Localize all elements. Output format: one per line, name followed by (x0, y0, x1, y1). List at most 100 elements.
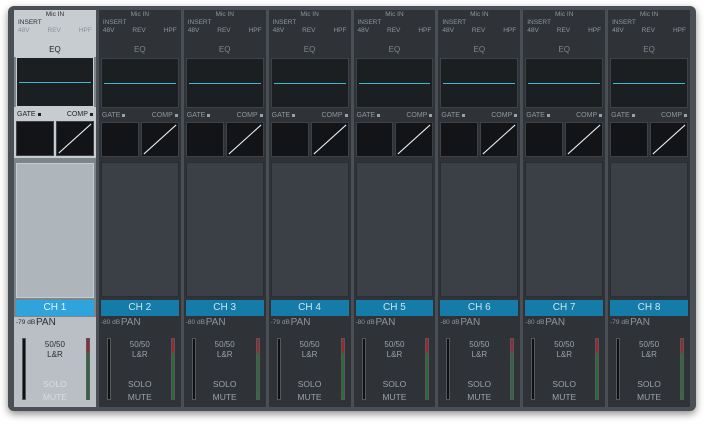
reverse-button[interactable]: REV (302, 27, 315, 35)
channel-strip-5[interactable]: Mic IN INSERT 48V REV HPF EQ GATE COMP C… (353, 10, 436, 407)
solo-button[interactable]: SOLO (269, 379, 351, 389)
hpf-button[interactable]: HPF (249, 27, 262, 35)
fader-area[interactable] (100, 162, 179, 297)
channel-strip-7[interactable]: Mic IN INSERT 48V REV HPF EQ GATE COMP C… (523, 10, 606, 407)
input-section[interactable]: Mic IN INSERT 48V REV HPF (99, 10, 181, 43)
comp-graph[interactable] (310, 122, 349, 157)
solo-button[interactable]: SOLO (523, 379, 605, 389)
input-section[interactable]: Mic IN INSERT 48V REV HPF (523, 10, 605, 43)
bus-assign[interactable]: L&R (354, 350, 436, 360)
channel-select-button[interactable]: CH 8 (610, 300, 688, 316)
comp-graph[interactable] (650, 122, 688, 157)
hpf-button[interactable]: HPF (673, 27, 686, 35)
fader-area[interactable] (16, 163, 94, 298)
mute-button[interactable]: MUTE (523, 392, 605, 402)
hpf-button[interactable]: HPF (418, 27, 431, 35)
bus-assign[interactable]: L&R (608, 350, 690, 360)
hpf-button[interactable]: HPF (503, 27, 516, 35)
bus-assign[interactable]: L&R (269, 350, 351, 360)
pan-value[interactable]: 50/50 (14, 340, 96, 350)
eq-graph[interactable] (16, 57, 94, 107)
phantom-power-button[interactable]: 48V (188, 27, 200, 35)
bus-assign[interactable]: L&R (14, 350, 96, 360)
gate-graph[interactable] (16, 121, 54, 156)
channel-strip-4[interactable]: Mic IN INSERT 48V REV HPF EQ GATE COMP C… (268, 10, 351, 407)
pan-value[interactable]: 50/50 (523, 340, 605, 350)
bus-assign[interactable]: L&R (523, 350, 605, 360)
bus-assign[interactable]: L&R (99, 350, 181, 360)
channel-strip-8[interactable]: Mic IN INSERT 48V REV HPF EQ GATE COMP C… (608, 10, 690, 407)
input-section[interactable]: Mic IN INSERT 48V REV HPF (269, 10, 351, 43)
eq-graph[interactable] (100, 58, 179, 108)
phantom-power-button[interactable]: 48V (273, 27, 285, 35)
fader-area[interactable] (440, 162, 519, 297)
phantom-power-button[interactable]: 48V (358, 27, 370, 35)
gate-graph[interactable] (525, 122, 564, 157)
channel-select-button[interactable]: CH 5 (355, 300, 434, 316)
hpf-button[interactable]: HPF (164, 27, 177, 35)
channel-strip-3[interactable]: Mic IN INSERT 48V REV HPF EQ GATE COMP C… (183, 10, 266, 407)
gate-graph[interactable] (440, 122, 479, 157)
reverse-button[interactable]: REV (642, 27, 655, 35)
phantom-power-button[interactable]: 48V (18, 27, 30, 35)
hpf-button[interactable]: HPF (588, 27, 601, 35)
solo-button[interactable]: SOLO (438, 379, 520, 389)
gate-graph[interactable] (610, 122, 649, 157)
input-section[interactable]: Mic IN INSERT 48V REV HPF (184, 10, 266, 43)
comp-graph[interactable] (55, 121, 94, 156)
mute-button[interactable]: MUTE (99, 392, 181, 402)
eq-graph[interactable] (270, 58, 349, 108)
eq-graph[interactable] (525, 58, 604, 108)
pan-value[interactable]: 50/50 (438, 340, 520, 350)
reverse-button[interactable]: REV (48, 27, 61, 35)
channel-strip-2[interactable]: Mic IN INSERT 48V REV HPF EQ GATE COMP C… (98, 10, 181, 407)
phantom-power-button[interactable]: 48V (442, 27, 454, 35)
gate-graph[interactable] (270, 122, 309, 157)
bus-assign[interactable]: L&R (184, 350, 266, 360)
channel-select-button[interactable]: CH 6 (440, 300, 519, 316)
solo-button[interactable]: SOLO (608, 379, 690, 389)
pan-value[interactable]: 50/50 (354, 340, 436, 350)
bus-assign[interactable]: L&R (438, 350, 520, 360)
fader-area[interactable] (525, 162, 604, 297)
phantom-power-button[interactable]: 48V (527, 27, 539, 35)
channel-select-button[interactable]: CH 2 (100, 300, 179, 316)
solo-button[interactable]: SOLO (184, 379, 266, 389)
comp-graph[interactable] (140, 122, 179, 157)
fader-area[interactable] (270, 162, 349, 297)
comp-graph[interactable] (565, 122, 604, 157)
hpf-button[interactable]: HPF (79, 27, 92, 35)
input-section[interactable]: Mic IN INSERT 48V REV HPF (14, 10, 96, 43)
hpf-button[interactable]: HPF (333, 27, 346, 35)
reverse-button[interactable]: REV (387, 27, 400, 35)
input-section[interactable]: Mic IN INSERT 48V REV HPF (608, 10, 690, 43)
channel-select-button[interactable]: CH 4 (270, 300, 349, 316)
channel-strip-6[interactable]: Mic IN INSERT 48V REV HPF EQ GATE COMP C… (438, 10, 521, 407)
pan-value[interactable]: 50/50 (269, 340, 351, 350)
gate-graph[interactable] (355, 122, 394, 157)
reverse-button[interactable]: REV (557, 27, 570, 35)
input-section[interactable]: Mic IN INSERT 48V REV HPF (438, 10, 520, 43)
comp-graph[interactable] (480, 122, 519, 157)
eq-graph[interactable] (440, 58, 519, 108)
gate-graph[interactable] (100, 122, 139, 157)
solo-button[interactable]: SOLO (354, 379, 436, 389)
solo-button[interactable]: SOLO (99, 379, 181, 389)
mute-button[interactable]: MUTE (184, 392, 266, 402)
phantom-power-button[interactable]: 48V (103, 27, 115, 35)
channel-select-button[interactable]: CH 3 (185, 300, 264, 316)
solo-button[interactable]: SOLO (14, 379, 96, 389)
eq-graph[interactable] (185, 58, 264, 108)
mute-button[interactable]: MUTE (269, 392, 351, 402)
eq-graph[interactable] (355, 58, 434, 108)
gate-graph[interactable] (185, 122, 224, 157)
fader-area[interactable] (185, 162, 264, 297)
fader-area[interactable] (355, 162, 434, 297)
comp-graph[interactable] (225, 122, 264, 157)
pan-value[interactable]: 50/50 (608, 340, 690, 350)
mute-button[interactable]: MUTE (438, 392, 520, 402)
mute-button[interactable]: MUTE (354, 392, 436, 402)
channel-select-button[interactable]: CH 1 (16, 300, 94, 316)
reverse-button[interactable]: REV (472, 27, 485, 35)
channel-strip-1[interactable]: Mic IN INSERT 48V REV HPF EQ GATE COMP C… (14, 10, 96, 407)
